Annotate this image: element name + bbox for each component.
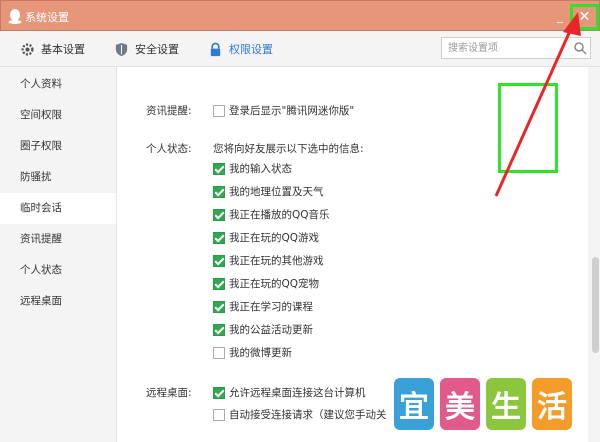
tab-label: 权限设置 [229, 43, 273, 56]
checkbox[interactable] [213, 162, 225, 175]
annotation-highlight-box [498, 83, 558, 173]
option-row[interactable]: 我的输入状态 [213, 161, 292, 176]
option-text: 我正在学习的课程 [229, 301, 313, 313]
option-row[interactable]: 我的公益活动更新 [213, 322, 313, 337]
news-section-label: 资讯提醒: [146, 105, 192, 117]
tab-label: 安全设置 [135, 43, 179, 56]
sidebar-item-space-permissions[interactable]: 空间权限 [0, 100, 116, 131]
sidebar-item-temp-chat[interactable]: 临时会话 [0, 193, 116, 224]
status-section-label: 个人状态: [146, 143, 192, 155]
option-text: 我的微博更新 [229, 347, 292, 359]
tab-label: 基本设置 [41, 43, 85, 56]
option-text: 我正在玩的其他游戏 [229, 255, 324, 267]
checkbox[interactable] [213, 185, 225, 198]
option-text: 我正在玩的QQ宠物 [229, 278, 320, 290]
option-text: 我的地理位置及天气 [229, 186, 324, 198]
tab-security-settings[interactable]: 安全设置 [114, 31, 179, 67]
sidebar-item-anti-harassment[interactable]: 防骚扰 [0, 162, 116, 193]
option-text: 我正在播放的QQ音乐 [229, 209, 330, 221]
search-box [441, 37, 591, 59]
option-row[interactable]: 我的地理位置及天气 [213, 184, 324, 199]
gear-icon [21, 43, 34, 55]
option-row[interactable]: 自动接受连接请求（建议您手动关 [213, 407, 387, 422]
option-text: 我的输入状态 [229, 163, 292, 175]
close-button[interactable]: ✕ [570, 4, 599, 30]
option-row[interactable]: 登录后显示"腾讯网迷你版" [213, 103, 354, 118]
option-row[interactable]: 我正在玩的QQ宠物 [213, 276, 319, 291]
checkbox[interactable] [213, 254, 225, 267]
search-icon[interactable] [573, 41, 587, 55]
title-bar: 系统设置 _ ✕ [0, 0, 600, 31]
watermark-char: 生 [486, 378, 526, 430]
remote-section-label: 远程桌面: [146, 387, 192, 399]
tab-basic-settings[interactable]: 基本设置 [20, 31, 85, 67]
tab-permission-settings[interactable]: 权限设置 [208, 31, 273, 67]
option-row[interactable]: 我正在学习的课程 [213, 299, 313, 314]
option-row[interactable]: 我正在播放的QQ音乐 [213, 207, 330, 222]
sidebar-item-news-reminder[interactable]: 资讯提醒 [0, 224, 116, 255]
lock-icon [210, 42, 221, 56]
window-title: 系统设置 [25, 11, 69, 24]
watermark-logo: 宜 美 生 活 [394, 378, 572, 430]
option-row[interactable]: 允许远程桌面连接这台计算机 [213, 385, 366, 400]
shield-icon [115, 42, 128, 56]
option-text: 我正在玩的QQ游戏 [229, 232, 320, 244]
status-intro: 您将向好友展示以下选中的信息: [213, 143, 364, 155]
scrollbar-thumb[interactable] [592, 257, 599, 353]
checkbox[interactable] [213, 386, 225, 399]
checkbox[interactable] [213, 277, 225, 290]
option-row[interactable]: 我正在玩的QQ游戏 [213, 230, 319, 245]
toolbar: 基本设置 安全设置 权限设置 [0, 31, 600, 67]
checkbox[interactable] [213, 208, 225, 221]
checkbox[interactable] [213, 231, 225, 244]
option-text: 我的公益活动更新 [229, 324, 313, 336]
sidebar-item-profile[interactable]: 个人资料 [0, 69, 116, 100]
qq-penguin-icon [8, 9, 22, 24]
checkbox[interactable] [213, 346, 225, 359]
watermark-char: 美 [440, 378, 480, 430]
search-input[interactable] [442, 38, 567, 58]
option-text: 登录后显示"腾讯网迷你版" [229, 105, 355, 117]
checkbox[interactable] [213, 408, 225, 421]
checkbox[interactable] [213, 104, 225, 117]
sidebar-item-personal-status[interactable]: 个人状态 [0, 255, 116, 286]
sidebar-item-circle-permissions[interactable]: 圈子权限 [0, 131, 116, 162]
option-row[interactable]: 我的微博更新 [213, 345, 292, 360]
watermark-char: 活 [532, 378, 572, 430]
watermark-char: 宜 [394, 378, 434, 430]
sidebar: 个人资料 空间权限 圈子权限 防骚扰 临时会话 资讯提醒 个人状态 远程桌面 [0, 67, 117, 442]
option-text: 允许远程桌面连接这台计算机 [229, 387, 366, 399]
checkbox[interactable] [213, 300, 225, 313]
scrollbar-track[interactable] [588, 67, 600, 442]
option-row[interactable]: 我正在玩的其他游戏 [213, 253, 324, 268]
sidebar-item-remote-desktop[interactable]: 远程桌面 [0, 286, 116, 317]
checkbox[interactable] [213, 323, 225, 336]
minimize-button[interactable]: _ [552, 7, 568, 25]
option-text: 自动接受连接请求（建议您手动关 [229, 409, 387, 421]
